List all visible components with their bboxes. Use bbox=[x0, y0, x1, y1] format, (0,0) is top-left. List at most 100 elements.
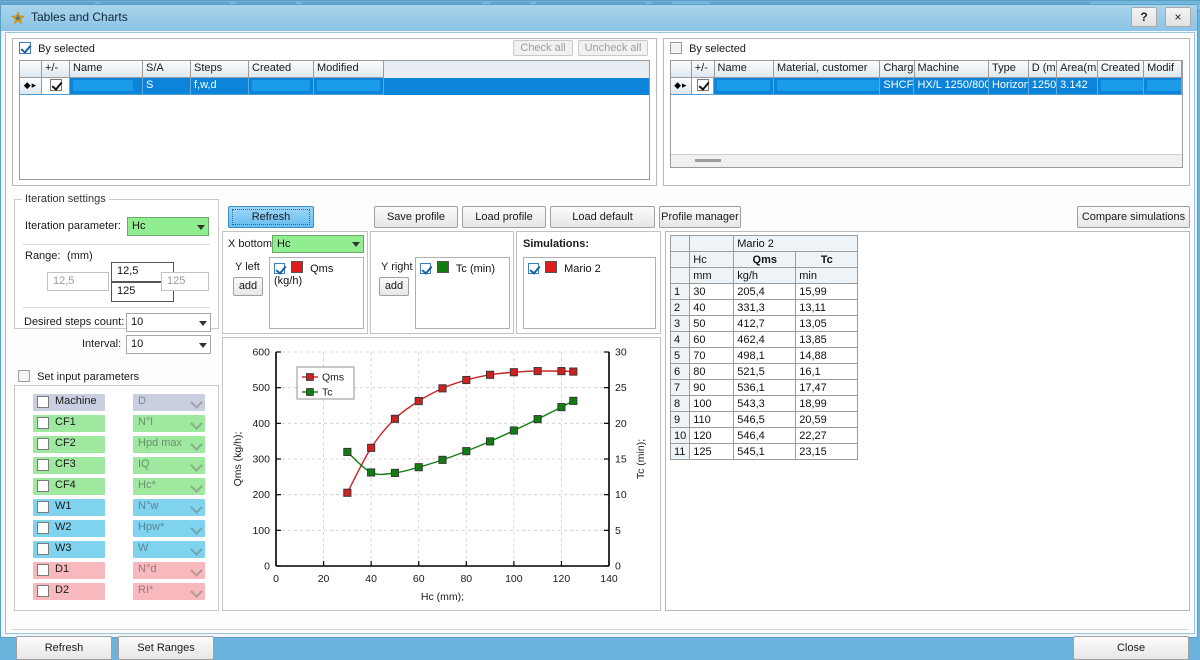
results-row-hc[interactable]: 100 bbox=[689, 395, 735, 412]
input-param-pill-machine[interactable]: Machine bbox=[33, 394, 105, 411]
right-row-created[interactable] bbox=[1097, 78, 1145, 95]
input-param-checkbox-d2[interactable] bbox=[37, 585, 49, 597]
table-row[interactable]: 6 80 521,5 16,1 bbox=[669, 363, 859, 380]
results-row-hc[interactable]: 40 bbox=[689, 299, 735, 316]
right-grid-hscrollbar[interactable] bbox=[671, 154, 1182, 167]
results-row-tc[interactable]: 22,27 bbox=[795, 427, 859, 444]
input-param-pill-cf4[interactable]: CF4 bbox=[33, 478, 105, 495]
close-icon[interactable]: × bbox=[1165, 7, 1191, 27]
y-left-series-list[interactable]: Qms (kg/h) bbox=[269, 257, 364, 329]
help-button[interactable]: ? bbox=[1131, 7, 1157, 27]
left-row-steps[interactable]: f,w,d bbox=[191, 78, 249, 95]
list-item[interactable]: Tc (min) bbox=[420, 261, 509, 275]
set-ranges-button[interactable]: Set Ranges bbox=[118, 636, 214, 660]
right-row-checkbox-cell[interactable] bbox=[691, 78, 715, 95]
right-by-selected-checkbox[interactable] bbox=[670, 42, 682, 54]
left-col-created[interactable]: Created bbox=[249, 61, 314, 78]
input-param-checkbox-machine[interactable] bbox=[37, 396, 49, 408]
input-param-checkbox-cf1[interactable] bbox=[37, 417, 49, 429]
left-col-sa[interactable]: S/A bbox=[143, 61, 191, 78]
right-col-plusminus[interactable]: +/- bbox=[691, 61, 715, 78]
right-row-material[interactable] bbox=[773, 78, 881, 95]
results-row-tc[interactable]: 13,05 bbox=[795, 315, 859, 332]
left-row-checkbox-cell[interactable] bbox=[42, 78, 70, 95]
results-row-tc[interactable]: 14,88 bbox=[795, 347, 859, 364]
steps-count-select[interactable]: 10 bbox=[126, 313, 211, 332]
results-row-hc[interactable]: 120 bbox=[689, 427, 735, 444]
results-row-hc[interactable]: 60 bbox=[689, 331, 735, 348]
input-param-checkbox-d1[interactable] bbox=[37, 564, 49, 576]
results-table[interactable]: Mario 2 Hc Qms Tc mm kg/h min 1 30 205,4 15,99 2 40 3… bbox=[669, 235, 859, 460]
input-param-pill-d1[interactable]: D1 bbox=[33, 562, 105, 579]
results-row-hc[interactable]: 110 bbox=[689, 411, 735, 428]
right-col-material[interactable]: Material, customer bbox=[773, 61, 881, 78]
results-row-tc[interactable]: 15,99 bbox=[795, 283, 859, 300]
y-right-add-button[interactable]: add bbox=[379, 277, 409, 296]
input-param-select-d1[interactable]: N°d bbox=[133, 562, 205, 579]
input-param-pill-cf1[interactable]: CF1 bbox=[33, 415, 105, 432]
right-row-type[interactable]: Horizonta bbox=[988, 78, 1029, 95]
left-col-plusminus[interactable]: +/- bbox=[42, 61, 70, 78]
interval-select[interactable]: 10 bbox=[126, 335, 211, 354]
input-param-select-w3[interactable]: W bbox=[133, 541, 205, 558]
input-param-select-cf3[interactable]: IQ bbox=[133, 457, 205, 474]
set-input-parameters-row[interactable]: Set input parameters bbox=[18, 370, 139, 383]
table-row[interactable]: 4 60 462,4 13,85 bbox=[669, 331, 859, 348]
compare-simulations-button[interactable]: Compare simulations bbox=[1077, 206, 1190, 228]
right-col-name[interactable]: Name bbox=[714, 61, 774, 78]
input-param-pill-cf3[interactable]: CF3 bbox=[33, 457, 105, 474]
refresh-chart-button[interactable]: Refresh bbox=[228, 206, 314, 228]
right-col-d-mm[interactable]: D (mm bbox=[1028, 61, 1058, 78]
input-param-checkbox-cf2[interactable] bbox=[37, 438, 49, 450]
y-left-item-checkbox[interactable] bbox=[274, 263, 285, 274]
results-row-hc[interactable]: 125 bbox=[689, 443, 735, 460]
set-input-parameters-checkbox[interactable] bbox=[18, 370, 30, 382]
results-row-qms[interactable]: 546,5 bbox=[733, 411, 797, 428]
simulation-item-checkbox[interactable] bbox=[528, 263, 539, 274]
table-row[interactable]: 2 40 331,3 13,11 bbox=[669, 299, 859, 316]
right-row-charge[interactable]: SHCF bbox=[880, 78, 915, 95]
uncheck-all-button[interactable]: Uncheck all bbox=[578, 40, 648, 56]
list-item[interactable]: Mario 2 bbox=[528, 261, 655, 275]
results-row-qms[interactable]: 536,1 bbox=[733, 379, 797, 396]
input-param-select-machine[interactable]: D bbox=[133, 394, 205, 411]
iteration-parameter-select[interactable]: Hc bbox=[127, 217, 209, 236]
table-row[interactable]: 9 110 546,5 20,59 bbox=[669, 411, 859, 428]
range-max-input[interactable]: 125 bbox=[161, 272, 209, 291]
input-param-pill-w2[interactable]: W2 bbox=[33, 520, 105, 537]
input-param-select-cf1[interactable]: N°l bbox=[133, 415, 205, 432]
table-row[interactable]: 11 125 545,1 23,15 bbox=[669, 443, 859, 460]
load-default-diagram-button[interactable]: Load default diagram bbox=[550, 206, 655, 243]
table-row[interactable]: 1 30 205,4 15,99 bbox=[669, 283, 859, 300]
scrollbar-thumb[interactable] bbox=[695, 159, 721, 162]
results-row-tc[interactable]: 17,47 bbox=[795, 379, 859, 396]
input-param-pill-w3[interactable]: W3 bbox=[33, 541, 105, 558]
results-row-qms[interactable]: 545,1 bbox=[733, 443, 797, 460]
results-row-qms[interactable]: 521,5 bbox=[733, 363, 797, 380]
right-row-name[interactable] bbox=[714, 78, 774, 95]
input-param-checkbox-cf4[interactable] bbox=[37, 480, 49, 492]
right-col-machine[interactable]: Machine bbox=[914, 61, 990, 78]
table-row[interactable]: 10 120 546,4 22,27 bbox=[669, 427, 859, 444]
results-row-hc[interactable]: 70 bbox=[689, 347, 735, 364]
input-param-checkbox-cf3[interactable] bbox=[37, 459, 49, 471]
left-row-modified[interactable] bbox=[314, 78, 384, 95]
list-item[interactable]: Qms (kg/h) bbox=[274, 261, 363, 287]
results-row-hc[interactable]: 50 bbox=[689, 315, 735, 332]
results-row-qms[interactable]: 205,4 bbox=[733, 283, 797, 300]
results-row-qms[interactable]: 462,4 bbox=[733, 331, 797, 348]
left-col-name[interactable]: Name bbox=[70, 61, 143, 78]
y-right-item-checkbox[interactable] bbox=[420, 263, 431, 274]
input-param-pill-w1[interactable]: W1 bbox=[33, 499, 105, 516]
input-param-select-d2[interactable]: RI* bbox=[133, 583, 205, 600]
table-row[interactable]: 7 90 536,1 17,47 bbox=[669, 379, 859, 396]
results-row-tc[interactable]: 23,15 bbox=[795, 443, 859, 460]
results-row-qms[interactable]: 543,3 bbox=[733, 395, 797, 412]
results-row-qms[interactable]: 331,3 bbox=[733, 299, 797, 316]
table-row[interactable]: 8 100 543,3 18,99 bbox=[669, 395, 859, 412]
profile-manager-button[interactable]: Profile manager bbox=[659, 206, 741, 228]
input-param-checkbox-w3[interactable] bbox=[37, 543, 49, 555]
save-profile-button[interactable]: Save profile bbox=[374, 206, 458, 228]
input-param-select-w1[interactable]: N°w bbox=[133, 499, 205, 516]
results-row-hc[interactable]: 80 bbox=[689, 363, 735, 380]
